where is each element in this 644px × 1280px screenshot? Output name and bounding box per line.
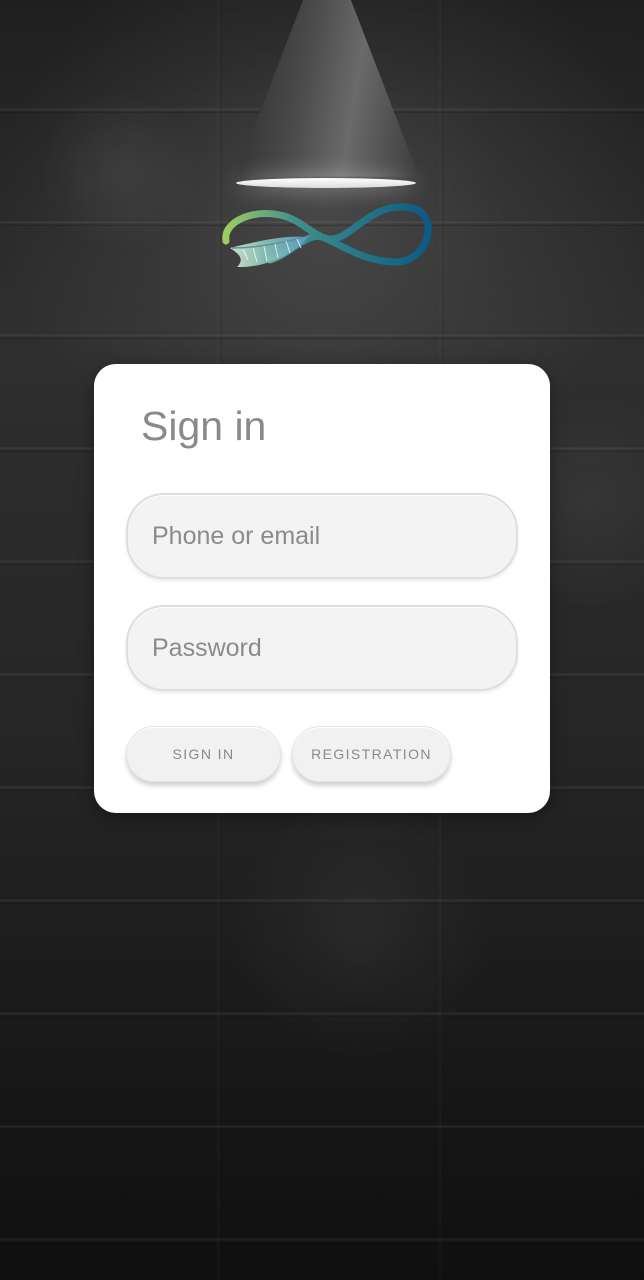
sign-in-title: Sign in	[141, 403, 267, 449]
sign-in-card: Sign in SIGN IN REGISTRATION	[94, 364, 550, 813]
password-field-container	[126, 605, 518, 691]
login-screen: Sign in SIGN IN REGISTRATION	[0, 0, 644, 1280]
infinity-feather-logo-icon	[222, 203, 432, 268]
lamp-light-rim	[236, 178, 416, 188]
phone-email-field-container	[126, 493, 518, 579]
sign-in-button[interactable]: SIGN IN	[126, 726, 281, 782]
phone-email-input[interactable]	[128, 495, 516, 577]
password-input[interactable]	[128, 607, 516, 689]
registration-button[interactable]: REGISTRATION	[292, 726, 451, 782]
